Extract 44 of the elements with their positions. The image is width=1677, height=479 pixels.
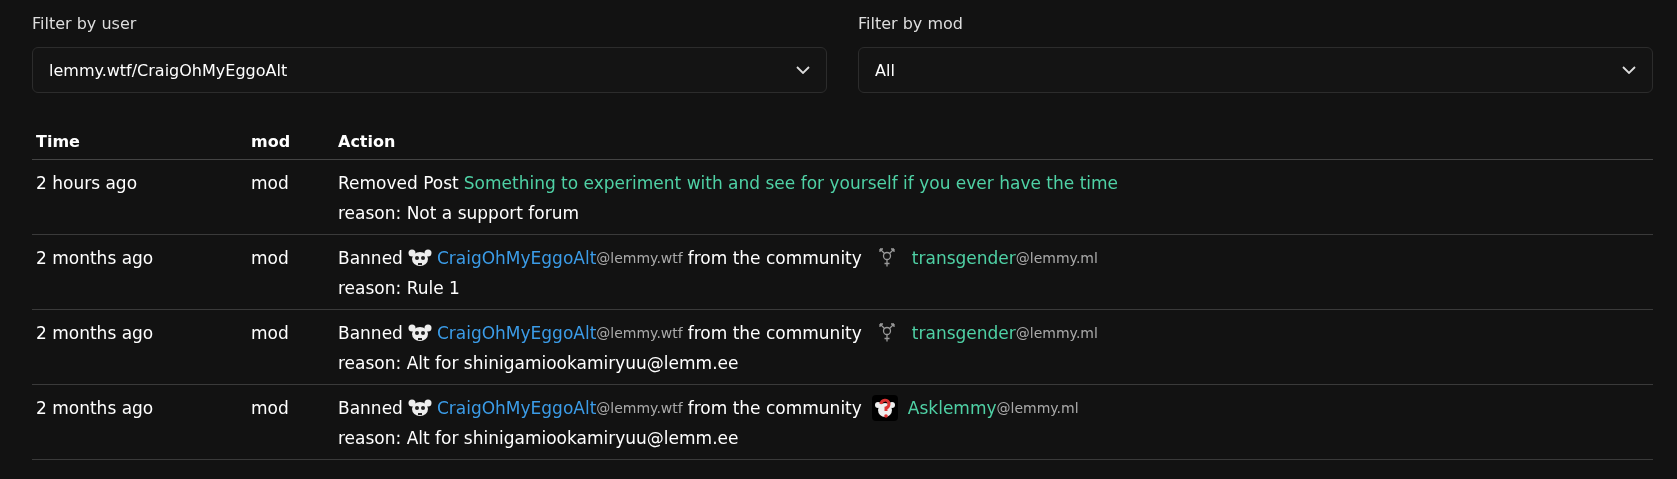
column-header: Action (338, 131, 397, 151)
mod-cell: mod (251, 248, 289, 268)
community-instance: @lemmy.ml (1015, 325, 1098, 341)
gender-symbol-icon (877, 323, 896, 343)
chevron-down-icon (1622, 66, 1636, 74)
user-link[interactable]: CraigOhMyEggoAlt (436, 248, 597, 268)
filter-label: Filter by user (32, 13, 138, 33)
user-instance: @lemmy.wtf (596, 250, 683, 266)
action-text: Removed Post (338, 173, 459, 193)
gender-symbol-icon (877, 248, 896, 268)
mod-cell: mod (251, 323, 289, 343)
action-text: Banned (338, 323, 403, 343)
filter-label: Filter by mod (858, 13, 964, 33)
action-text: Banned (338, 248, 403, 268)
action-text: from the community (687, 323, 862, 343)
reason-text: reason: Rule 1 (338, 278, 460, 298)
reason-text: reason: Alt for shinigamiookamiryuu@lemm.ee (338, 353, 739, 373)
column-header: Time (36, 131, 81, 151)
reason-text: reason: Not a support forum (338, 203, 580, 223)
time-cell: 2 months ago (36, 398, 154, 418)
time-cell: 2 months ago (36, 248, 154, 268)
user-instance: @lemmy.wtf (596, 325, 683, 341)
user-instance: @lemmy.wtf (596, 400, 683, 416)
community-link[interactable]: transgender (911, 323, 1016, 343)
user-link[interactable]: CraigOhMyEggoAlt (436, 398, 597, 418)
column-header: mod (251, 131, 292, 151)
filter-select[interactable]: All (858, 47, 1653, 93)
mod-cell: mod (251, 173, 289, 193)
community-avatar-icon (871, 395, 898, 421)
filter-select[interactable]: lemmy.wtf/CraigOhMyEggoAlt (32, 47, 827, 93)
community-link[interactable]: transgender (911, 248, 1016, 268)
post-link[interactable]: Something to experiment with and see for yourself if you ever have the time (463, 173, 1119, 193)
time-cell: 2 months ago (36, 323, 154, 343)
reason-text: reason: Alt for shinigamiookamiryuu@lemm.ee (338, 428, 739, 448)
action-text: Banned (338, 398, 403, 418)
community-link[interactable]: Asklemmy (907, 398, 997, 418)
community-instance: @lemmy.ml (1015, 250, 1098, 266)
action-text: from the community (687, 248, 862, 268)
action-text: from the community (687, 398, 862, 418)
community-instance: @lemmy.ml (996, 400, 1079, 416)
user-link[interactable]: CraigOhMyEggoAlt (436, 323, 597, 343)
mod-cell: mod (251, 398, 289, 418)
chevron-down-icon (796, 66, 810, 74)
time-cell: 2 hours ago (36, 173, 138, 193)
